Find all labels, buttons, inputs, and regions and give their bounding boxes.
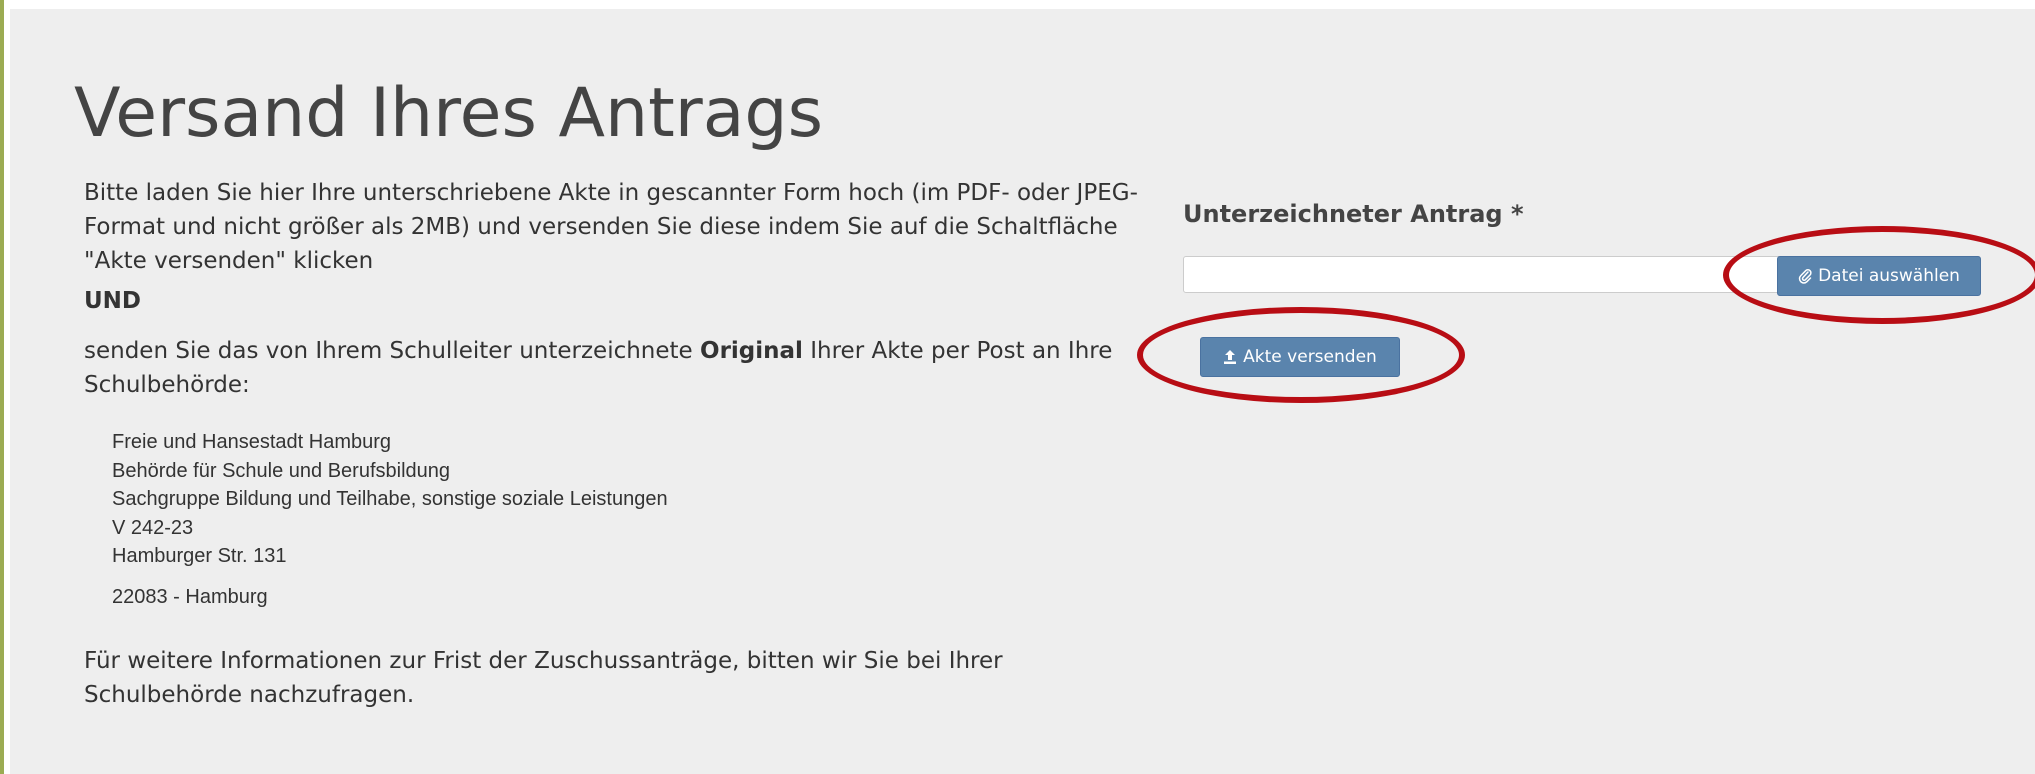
address-line-4: V 242-23: [112, 516, 194, 539]
page-title: Versand Ihres Antrags: [74, 74, 823, 153]
address-line-3: Sachgruppe Bildung und Teilhabe, sonstig…: [112, 488, 668, 510]
left-accent-bar: [0, 0, 4, 774]
post-text-original: Original: [700, 338, 803, 364]
send-file-label: Akte versenden: [1243, 347, 1377, 367]
address-block: Freie und Hansestadt Hamburg Behörde für…: [112, 428, 668, 611]
address-line-1: Freie und Hansestadt Hamburg: [112, 431, 392, 453]
intro-text: Bitte laden Sie hier Ihre unterschrieben…: [84, 180, 1138, 274]
page: Versand Ihres Antrags Bitte laden Sie hi…: [0, 0, 2035, 774]
send-file-button[interactable]: Akte versenden: [1200, 337, 1400, 377]
upload-icon: [1223, 349, 1237, 365]
info-text: Für weitere Informationen zur Frist der …: [84, 648, 1003, 708]
post-instruction-text: senden Sie das von Ihrem Schulleiter unt…: [84, 334, 1144, 402]
paperclip-icon: [1798, 268, 1812, 284]
upload-field-label: Unterzeichneter Antrag *: [1183, 200, 1524, 228]
address-line-5: Hamburger Str. 131: [112, 545, 287, 567]
choose-file-label: Datei auswählen: [1818, 266, 1960, 286]
post-text-part1: senden Sie das von Ihrem Schulleiter unt…: [84, 338, 701, 364]
address-zip-city: 22083 - Hamburg: [112, 585, 268, 608]
address-line-2: Behörde für Schule und Berufsbildung: [112, 459, 451, 482]
und-heading: UND: [84, 288, 142, 314]
choose-file-button[interactable]: Datei auswählen: [1777, 256, 1981, 296]
